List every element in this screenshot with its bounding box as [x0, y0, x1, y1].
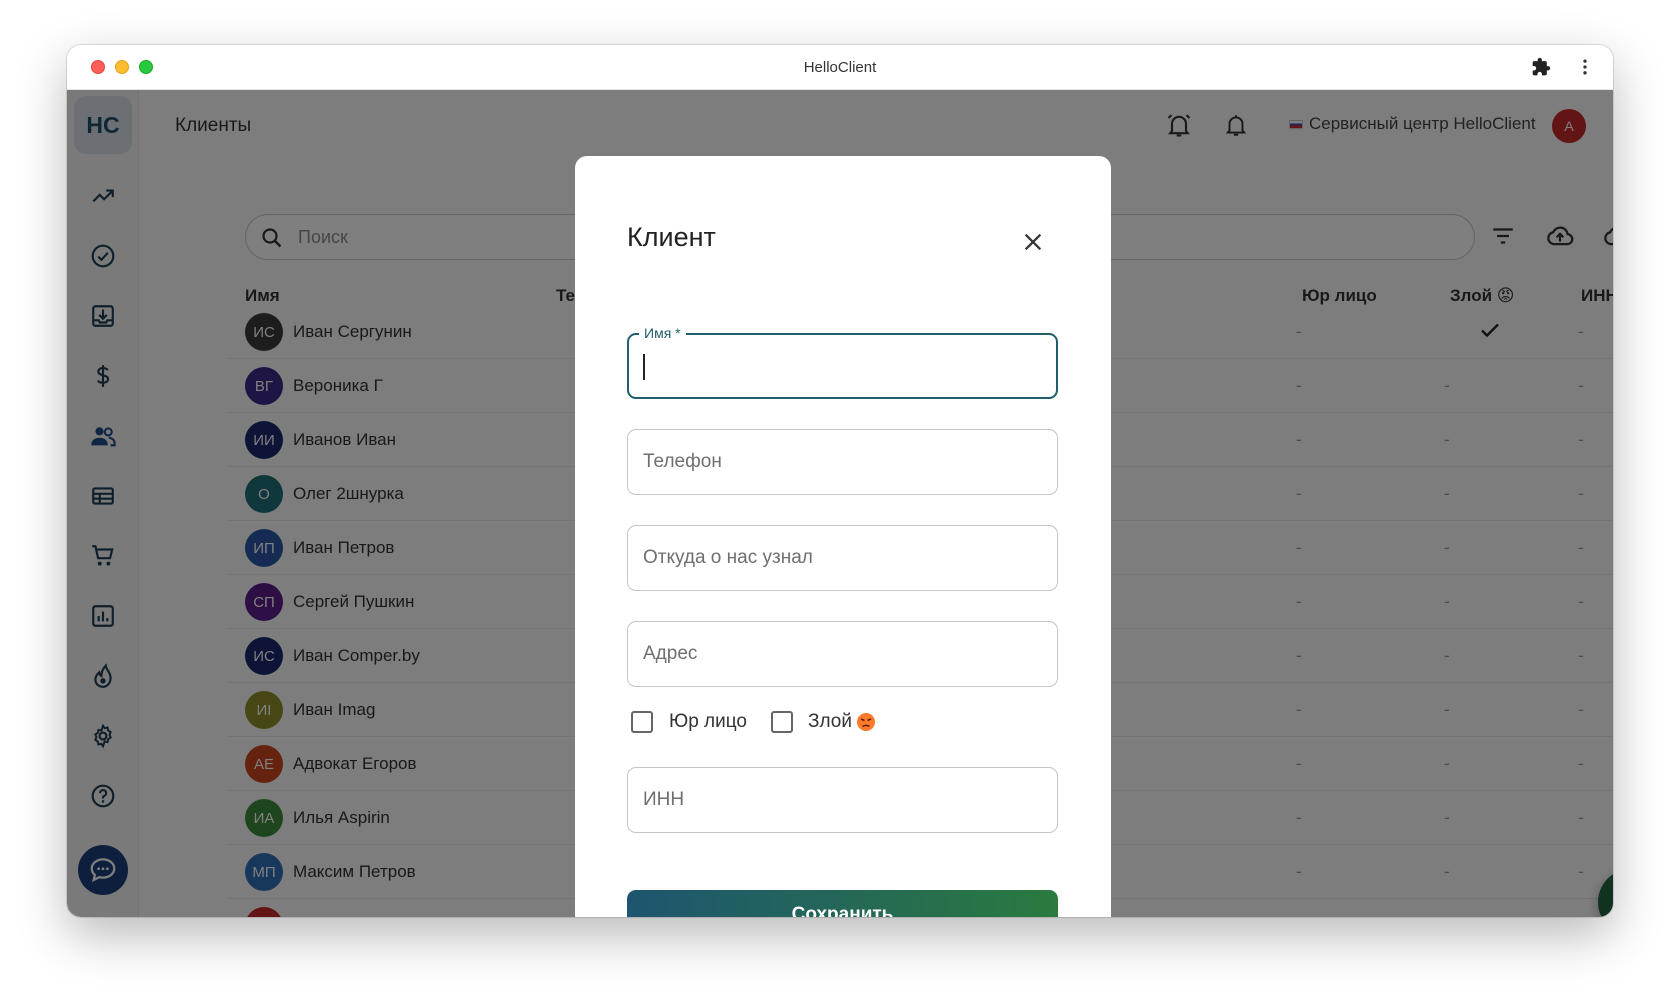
app-window: HelloClient HC — [67, 45, 1613, 917]
source-field[interactable] — [627, 525, 1058, 591]
dialog-title: Клиент — [627, 222, 716, 252]
close-icon — [1024, 233, 1042, 251]
app-content: HC — [67, 90, 1613, 917]
phone-input[interactable] — [643, 450, 1033, 474]
name-input[interactable] — [644, 355, 1034, 379]
window-title: HelloClient — [803, 59, 877, 76]
more-vertical-icon[interactable] — [1573, 55, 1597, 79]
address-field[interactable] — [627, 621, 1058, 687]
client-dialog: Клиент Имя * Юр лицо Злой — [575, 156, 1111, 917]
name-field-label: Имя * — [639, 325, 686, 341]
source-input[interactable] — [643, 546, 1033, 570]
inn-field[interactable] — [627, 767, 1058, 833]
name-field[interactable]: Имя * — [627, 325, 1058, 399]
angry-checkbox[interactable] — [771, 711, 793, 733]
phone-field[interactable] — [627, 429, 1058, 495]
legal-entity-label[interactable]: Юр лицо — [669, 711, 747, 733]
inn-input[interactable] — [643, 788, 1033, 812]
title-bar: HelloClient — [67, 45, 1613, 90]
extensions-icon[interactable] — [1529, 55, 1553, 79]
close-dialog-button[interactable] — [1015, 224, 1051, 260]
address-input[interactable] — [643, 642, 1033, 666]
legal-entity-checkbox[interactable] — [631, 711, 653, 733]
angry-label-group[interactable]: Злой — [808, 711, 876, 733]
save-button[interactable]: Сохранить — [627, 890, 1058, 917]
angry-label: Злой — [808, 711, 852, 732]
angry-face-icon — [856, 713, 875, 731]
